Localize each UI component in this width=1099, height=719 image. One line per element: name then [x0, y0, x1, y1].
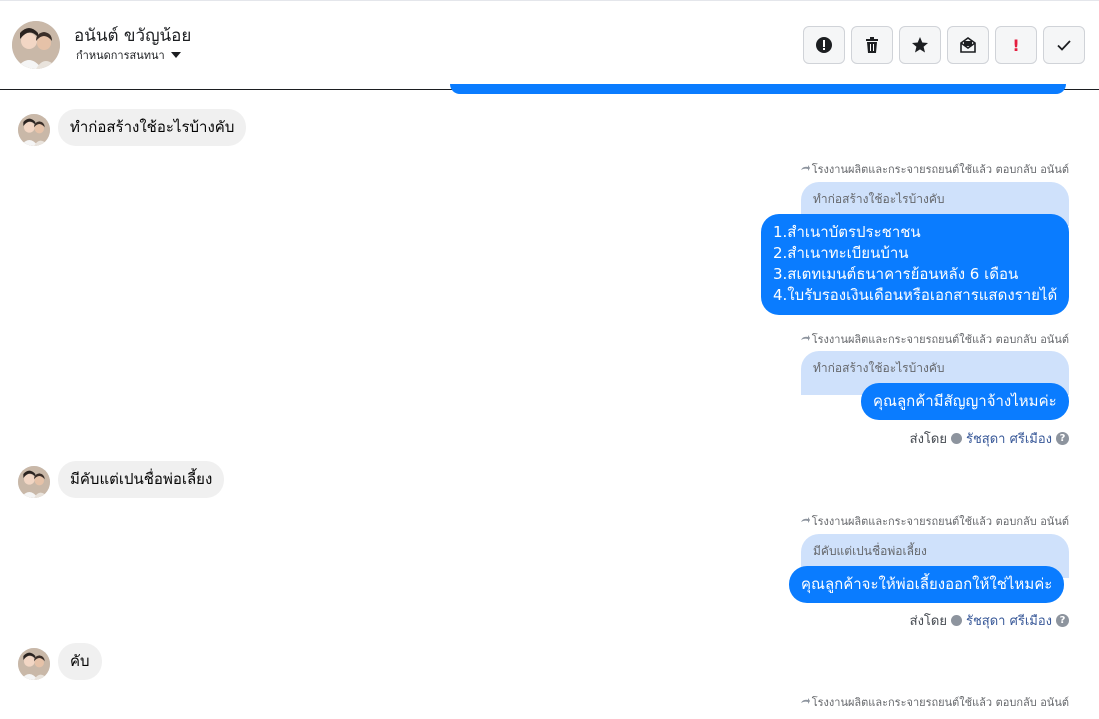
sender-avatar[interactable]: [18, 114, 50, 146]
star-button[interactable]: [899, 26, 941, 64]
assign-label: กำหนดการสนทนา: [76, 49, 165, 62]
delete-button[interactable]: [851, 26, 893, 64]
star-icon: [912, 37, 928, 53]
previous-message-bubble: [450, 84, 1066, 94]
message-line: 1.สำเนาบัตรประชาชน: [773, 223, 921, 241]
reply-context: โรงงานผลิตและกระจายรถยนต์ใช้แล้ว ตอบกลับ…: [800, 330, 1069, 348]
alert-circle-icon: [816, 37, 832, 53]
outgoing-message[interactable]: คุณลูกค้าจะให้พ่อเลี้ยงออกให้ใช่ไหมค่ะ: [789, 566, 1065, 603]
sender-name[interactable]: รัชสุดา ศรีเมือง: [966, 428, 1052, 449]
reply-context-text: โรงงานผลิตและกระจายรถยนต์ใช้แล้ว ตอบกลับ…: [811, 696, 1069, 709]
message-line: 4.ใบรับรองเงินเดือนหรือเอกสารแสดงรายได้: [773, 286, 1058, 304]
reply-context: โรงงานผลิตและกระจายรถยนต์ใช้แล้ว ตอบกลับ…: [800, 512, 1069, 530]
message-line: 2.สำเนาทะเบียนบ้าน: [773, 244, 909, 262]
mark-unread-icon: [960, 37, 976, 53]
alert-button[interactable]: [803, 26, 845, 64]
sender-avatar[interactable]: [18, 466, 50, 498]
reply-arrow-icon: [800, 698, 810, 704]
sent-by-line: ส่งโดย รัชสุดา ศรีเมือง ?: [910, 610, 1069, 631]
agent-icon: [950, 615, 962, 626]
outgoing-message[interactable]: คุณลูกค้ามีสัญญาจ้างไหมค่ะ: [861, 383, 1069, 420]
sender-avatar[interactable]: [18, 648, 50, 680]
exclamation-icon: !: [1012, 35, 1020, 55]
assign-conversation-dropdown[interactable]: กำหนดการสนทนา: [76, 46, 181, 64]
trash-icon: [866, 37, 878, 53]
caret-down-icon: [170, 52, 181, 58]
sent-by-label: ส่งโดย: [909, 432, 947, 447]
help-icon[interactable]: ?: [1056, 432, 1069, 445]
incoming-message[interactable]: คับ: [58, 643, 102, 680]
reply-arrow-icon: [800, 165, 810, 171]
reply-arrow-icon: [800, 517, 810, 523]
reply-arrow-icon: [800, 335, 810, 341]
check-icon: [1057, 40, 1071, 51]
header-actions: !: [803, 26, 1085, 64]
sent-by-label: ส่งโดย: [909, 614, 947, 629]
reply-context: โรงงานผลิตและกระจายรถยนต์ใช้แล้ว ตอบกลับ…: [800, 693, 1069, 711]
message-line: 3.สเตทเมนต์ธนาคารย้อนหลัง 6 เดือน: [773, 265, 1019, 283]
incoming-message[interactable]: ทำก่อสร้างใช้อะไรบ้างคับ: [58, 109, 247, 146]
contact-name[interactable]: อนันต์ ขวัญน้อย: [74, 22, 191, 49]
follow-up-button[interactable]: !: [995, 26, 1037, 64]
incoming-message[interactable]: มีคับแต่เปนชื่อพ่อเลี้ยง: [58, 461, 225, 498]
agent-icon: [950, 433, 962, 444]
sender-name[interactable]: รัชสุดา ศรีเมือง: [966, 610, 1052, 631]
outgoing-message[interactable]: 1.สำเนาบัตรประชาชน 2.สำเนาทะเบียนบ้าน 3.…: [761, 214, 1069, 315]
reply-context-text: โรงงานผลิตและกระจายรถยนต์ใช้แล้ว ตอบกลับ…: [811, 333, 1069, 346]
reply-context-text: โรงงานผลิตและกระจายรถยนต์ใช้แล้ว ตอบกลับ…: [811, 163, 1069, 176]
mark-done-button[interactable]: [1043, 26, 1085, 64]
contact-avatar[interactable]: [12, 21, 60, 69]
reply-context: โรงงานผลิตและกระจายรถยนต์ใช้แล้ว ตอบกลับ…: [800, 160, 1069, 178]
reply-context-text: โรงงานผลิตและกระจายรถยนต์ใช้แล้ว ตอบกลับ…: [811, 515, 1069, 528]
sent-by-line: ส่งโดย รัชสุดา ศรีเมือง ?: [910, 428, 1069, 449]
help-icon[interactable]: ?: [1056, 614, 1069, 627]
conversation-header: อนันต์ ขวัญน้อย กำหนดการสนทนา !: [0, 1, 1099, 90]
mark-unread-button[interactable]: [947, 26, 989, 64]
